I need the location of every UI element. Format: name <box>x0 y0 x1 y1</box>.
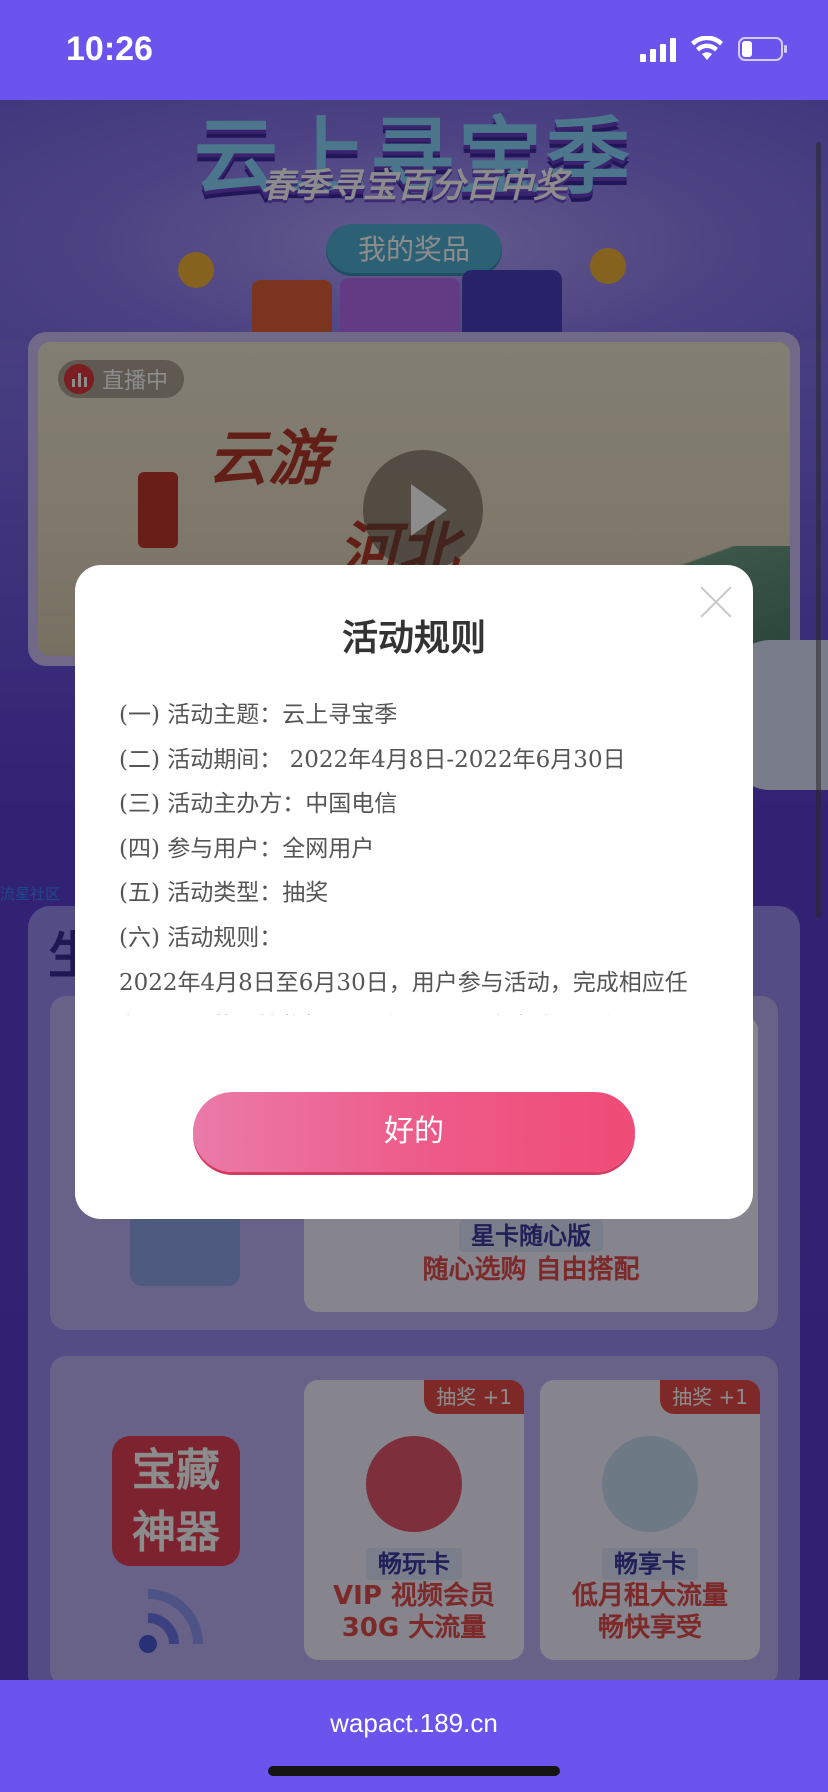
rule-line: (四) 参与用户：全网用户 <box>119 835 375 862</box>
rule-line: (五) 活动类型：抽奖 <box>119 880 329 907</box>
scrollbar[interactable] <box>816 142 821 918</box>
home-indicator[interactable] <box>268 1766 560 1776</box>
status-icons <box>640 36 788 62</box>
wifi-icon <box>690 36 724 62</box>
browser-url-bar: wapact.189.cn <box>0 1680 828 1792</box>
rules-text[interactable]: (一) 活动主题：云上寻宝季 (二) 活动期间： 2022年4月8日-2022年… <box>119 693 719 1015</box>
rule-description: 2022年4月8日至6月30日，用户参与活动，完成相应任务，即可获得抽奖机会，活… <box>119 969 688 1015</box>
signal-icon <box>640 36 676 62</box>
rule-line: (二) 活动期间： 2022年4月8日-2022年6月30日 <box>119 746 626 773</box>
status-bar: 10:26 <box>0 0 828 100</box>
url-text[interactable]: wapact.189.cn <box>0 1708 828 1739</box>
dialog-title: 活动规则 <box>341 618 486 659</box>
rule-line: (六) 活动规则： <box>119 924 283 951</box>
status-time: 10:26 <box>66 30 153 68</box>
battery-icon <box>738 37 788 61</box>
rules-dialog: 活动规则 (一) 活动主题：云上寻宝季 (二) 活动期间： 2022年4月8日-… <box>75 565 753 1219</box>
ok-button[interactable]: 好的 <box>193 1092 635 1172</box>
rule-line: (一) 活动主题：云上寻宝季 <box>119 702 398 728</box>
rule-line: (三) 活动主办方：中国电信 <box>119 791 398 818</box>
